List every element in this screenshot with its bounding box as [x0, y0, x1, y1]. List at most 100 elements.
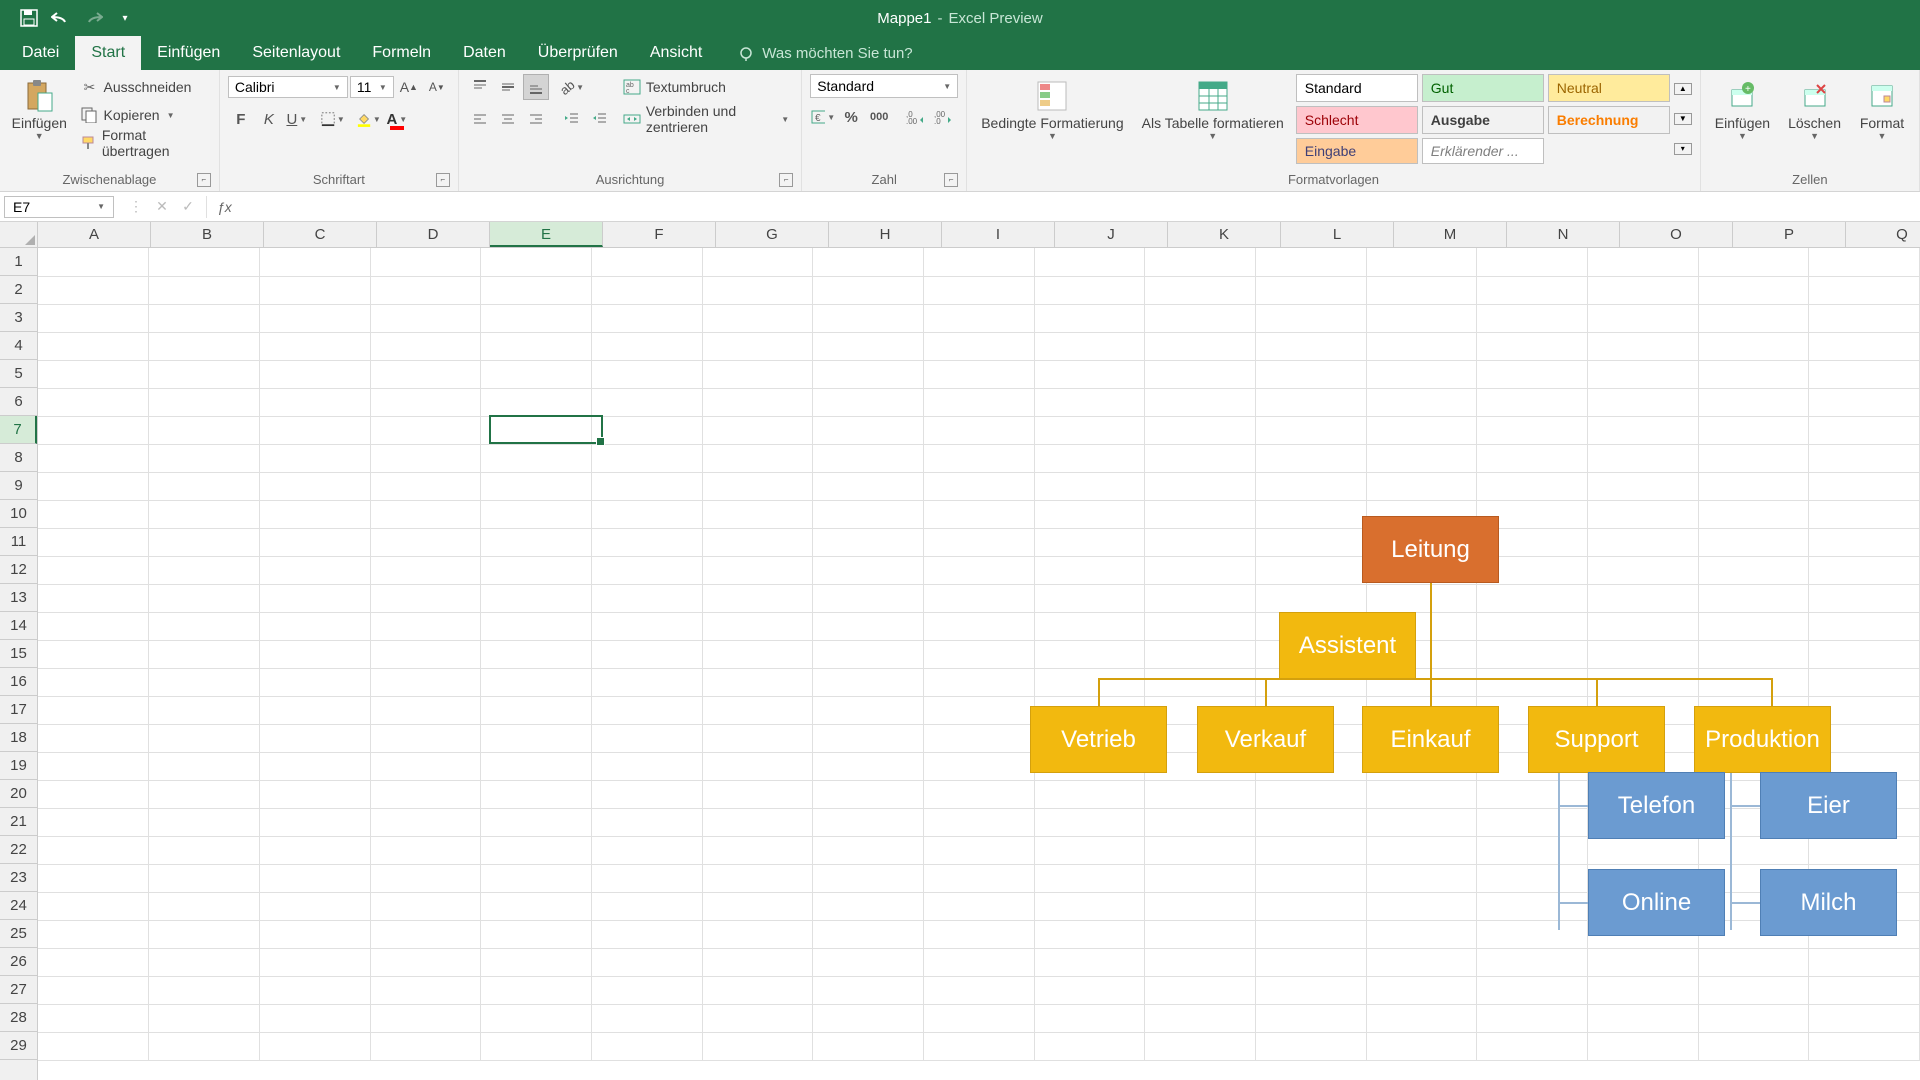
- cell[interactable]: [1366, 892, 1477, 920]
- cell[interactable]: [1145, 948, 1256, 976]
- paste-button[interactable]: Einfügen ▼: [8, 74, 71, 143]
- cell[interactable]: [1034, 360, 1145, 388]
- cell[interactable]: [370, 472, 481, 500]
- row-header[interactable]: 23: [0, 864, 37, 892]
- cell[interactable]: [1698, 276, 1809, 304]
- tell-me-search[interactable]: Was möchten Sie tun?: [726, 37, 924, 70]
- cell[interactable]: [370, 780, 481, 808]
- cell[interactable]: [370, 892, 481, 920]
- align-top-icon[interactable]: [467, 74, 493, 100]
- cell[interactable]: [1255, 276, 1366, 304]
- cell[interactable]: [591, 1004, 702, 1032]
- cell[interactable]: [1698, 304, 1809, 332]
- cell[interactable]: [702, 976, 813, 1004]
- cell[interactable]: [370, 276, 481, 304]
- cell[interactable]: [813, 500, 924, 528]
- cell[interactable]: [591, 752, 702, 780]
- cell[interactable]: [370, 304, 481, 332]
- cell[interactable]: [591, 640, 702, 668]
- cell[interactable]: [702, 556, 813, 584]
- cell[interactable]: [149, 864, 260, 892]
- cell[interactable]: [370, 808, 481, 836]
- cell[interactable]: [1809, 276, 1920, 304]
- cell[interactable]: [1255, 948, 1366, 976]
- cell[interactable]: [1366, 808, 1477, 836]
- cell[interactable]: [923, 612, 1034, 640]
- column-headers[interactable]: ABCDEFGHIJKLMNOPQ: [38, 222, 1920, 248]
- cell[interactable]: [259, 276, 370, 304]
- org-node-telefon[interactable]: Telefon: [1588, 772, 1725, 839]
- cell[interactable]: [149, 640, 260, 668]
- format-painter-button[interactable]: Format übertragen: [77, 130, 211, 156]
- italic-button[interactable]: K: [256, 106, 282, 132]
- style-gallery-more[interactable]: ▲▼▾: [1674, 74, 1692, 164]
- cells-area[interactable]: Leitung Assistent Vetrieb Verkauf Einkau…: [38, 248, 1920, 1080]
- cell[interactable]: [813, 864, 924, 892]
- increase-indent-icon[interactable]: [587, 106, 613, 132]
- cell[interactable]: [1366, 360, 1477, 388]
- cell[interactable]: [1034, 276, 1145, 304]
- cell[interactable]: [1034, 332, 1145, 360]
- cell[interactable]: [370, 948, 481, 976]
- cell[interactable]: [702, 1032, 813, 1060]
- cell[interactable]: [259, 528, 370, 556]
- cell[interactable]: [370, 724, 481, 752]
- cell[interactable]: [1034, 528, 1145, 556]
- cell[interactable]: [923, 864, 1034, 892]
- cell[interactable]: [259, 1032, 370, 1060]
- cell[interactable]: [1809, 948, 1920, 976]
- cell[interactable]: [1809, 332, 1920, 360]
- cell[interactable]: [1477, 892, 1588, 920]
- cell[interactable]: [591, 808, 702, 836]
- cell[interactable]: [259, 640, 370, 668]
- cell[interactable]: [1034, 1032, 1145, 1060]
- cell[interactable]: [370, 360, 481, 388]
- cell[interactable]: [813, 1004, 924, 1032]
- cell[interactable]: [481, 304, 592, 332]
- cell[interactable]: [259, 780, 370, 808]
- cell[interactable]: [1366, 780, 1477, 808]
- cell[interactable]: [813, 976, 924, 1004]
- cell[interactable]: [1145, 332, 1256, 360]
- column-header[interactable]: M: [1394, 222, 1507, 247]
- cell[interactable]: [591, 668, 702, 696]
- cell[interactable]: [149, 360, 260, 388]
- cell[interactable]: [1477, 836, 1588, 864]
- cell[interactable]: [1587, 248, 1698, 276]
- cell[interactable]: [1587, 528, 1698, 556]
- cell[interactable]: [1145, 836, 1256, 864]
- cell[interactable]: [259, 948, 370, 976]
- cell[interactable]: [38, 528, 149, 556]
- enter-icon[interactable]: ✓: [176, 196, 200, 218]
- cell[interactable]: [38, 556, 149, 584]
- cell[interactable]: [1698, 836, 1809, 864]
- cell[interactable]: [259, 332, 370, 360]
- cell[interactable]: [1034, 640, 1145, 668]
- cell[interactable]: [1255, 388, 1366, 416]
- row-header[interactable]: 29: [0, 1032, 37, 1060]
- cell[interactable]: [481, 416, 592, 444]
- row-header[interactable]: 14: [0, 612, 37, 640]
- cell[interactable]: [923, 752, 1034, 780]
- cell[interactable]: [813, 1032, 924, 1060]
- cell[interactable]: [591, 864, 702, 892]
- cell[interactable]: [813, 304, 924, 332]
- cell[interactable]: [1809, 836, 1920, 864]
- cancel-icon[interactable]: ✕: [150, 196, 174, 218]
- cell[interactable]: [38, 696, 149, 724]
- cell[interactable]: [1366, 836, 1477, 864]
- cell[interactable]: [259, 612, 370, 640]
- redo-icon[interactable]: [82, 7, 104, 29]
- decrease-font-icon[interactable]: A▼: [424, 74, 450, 100]
- cell[interactable]: [702, 752, 813, 780]
- cell[interactable]: [1255, 584, 1366, 612]
- cell[interactable]: [1145, 472, 1256, 500]
- cell[interactable]: [923, 416, 1034, 444]
- cell[interactable]: [813, 640, 924, 668]
- cell[interactable]: [370, 752, 481, 780]
- format-cells-button[interactable]: Format▼: [1853, 74, 1911, 143]
- cell[interactable]: [1698, 556, 1809, 584]
- cell[interactable]: [591, 416, 702, 444]
- cell[interactable]: [38, 920, 149, 948]
- cell[interactable]: [1477, 444, 1588, 472]
